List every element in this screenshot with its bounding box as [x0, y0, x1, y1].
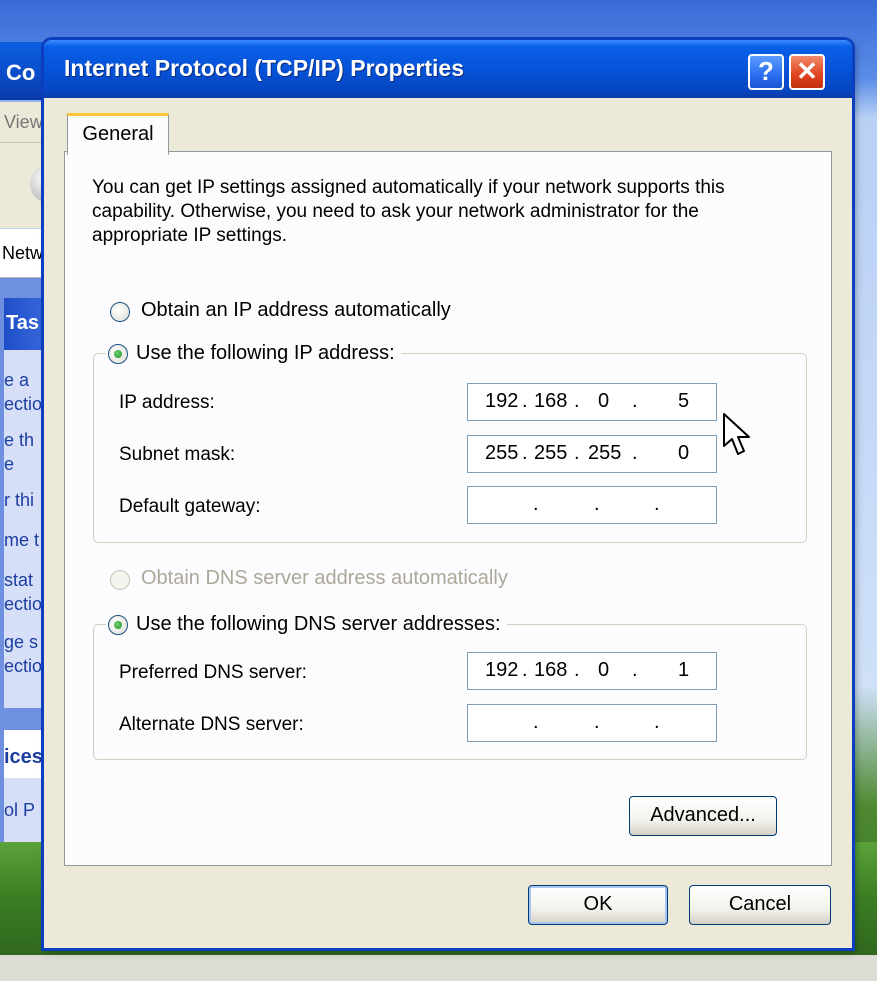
- dns-octet: 1: [678, 659, 690, 681]
- subnet-mask-field[interactable]: 255 . 255 . 255 . 0: [467, 435, 717, 473]
- close-icon[interactable]: ✕: [789, 54, 825, 90]
- task-link[interactable]: r thi: [4, 490, 34, 511]
- network-tasks-title: Tas: [6, 312, 39, 334]
- subnet-mask-label: Subnet mask:: [119, 444, 236, 465]
- see-also-title: ices: [4, 746, 43, 768]
- dns-octet: 192: [485, 659, 519, 681]
- alternate-dns-label: Alternate DNS server:: [119, 714, 304, 735]
- ip-manual-label[interactable]: Use the following IP address:: [136, 342, 395, 365]
- task-link[interactable]: ectio: [4, 394, 42, 415]
- ip-octet: 5: [678, 390, 690, 412]
- subnet-octet: 255: [485, 442, 519, 464]
- subnet-octet: 255: [534, 442, 568, 464]
- ip-auto-radio[interactable]: [110, 302, 130, 322]
- see-also-link[interactable]: ol P: [4, 800, 35, 821]
- subnet-octet: 255: [588, 442, 622, 464]
- task-link[interactable]: e: [4, 454, 14, 475]
- advanced-button[interactable]: Advanced...: [629, 796, 777, 836]
- ip-address-label: IP address:: [119, 392, 215, 413]
- task-link[interactable]: ectio: [4, 594, 42, 615]
- intro-text: You can get IP settings assigned automat…: [92, 177, 725, 246]
- help-icon[interactable]: ?: [748, 54, 784, 90]
- task-link[interactable]: me t: [4, 530, 39, 551]
- preferred-dns-field[interactable]: 192 . 168 . 0 . 1: [467, 652, 717, 690]
- dialog-title: Internet Protocol (TCP/IP) Properties: [64, 55, 464, 81]
- ip-manual-radio[interactable]: [108, 343, 128, 364]
- task-link[interactable]: stat: [4, 570, 33, 591]
- background-menu-view[interactable]: View: [4, 112, 43, 133]
- dialog-titlebar[interactable]: Internet Protocol (TCP/IP) Properties ? …: [44, 40, 852, 98]
- ok-button[interactable]: OK: [528, 885, 668, 925]
- task-link[interactable]: ge s: [4, 632, 38, 653]
- task-link[interactable]: ectio: [4, 656, 42, 677]
- default-gateway-field[interactable]: . . .: [467, 486, 717, 524]
- alternate-dns-field[interactable]: . . .: [467, 704, 717, 742]
- ip-octet: 168: [534, 390, 568, 412]
- task-link[interactable]: e a: [4, 370, 29, 391]
- default-gateway-label: Default gateway:: [119, 496, 261, 517]
- tcpip-properties-dialog: Internet Protocol (TCP/IP) Properties ? …: [44, 40, 852, 948]
- ip-octet: 192: [485, 390, 519, 412]
- dns-auto-radio: [110, 570, 130, 590]
- dns-manual-label[interactable]: Use the following DNS server addresses:: [136, 613, 501, 636]
- tab-general[interactable]: General: [67, 113, 169, 155]
- task-link[interactable]: e th: [4, 430, 34, 451]
- dns-manual-legend: Use the following DNS server addresses:: [106, 613, 507, 636]
- dns-manual-radio[interactable]: [108, 614, 128, 635]
- ip-auto-label[interactable]: Obtain an IP address automatically: [141, 299, 451, 322]
- preferred-dns-label: Preferred DNS server:: [119, 662, 307, 683]
- dns-octet: 0: [598, 659, 610, 681]
- ip-manual-legend: Use the following IP address:: [106, 342, 401, 365]
- ip-octet: 0: [598, 390, 610, 412]
- cancel-button[interactable]: Cancel: [689, 885, 831, 925]
- taskbar-edge: [0, 955, 877, 981]
- subnet-octet: 0: [678, 442, 690, 464]
- background-address-text: Netw: [2, 243, 44, 263]
- dns-auto-label: Obtain DNS server address automatically: [141, 567, 508, 589]
- mouse-cursor-icon: [723, 413, 750, 455]
- background-title: Co: [6, 60, 36, 85]
- dns-octet: 168: [534, 659, 568, 681]
- ip-address-field[interactable]: 192 . 168 . 0 . 5: [467, 383, 717, 421]
